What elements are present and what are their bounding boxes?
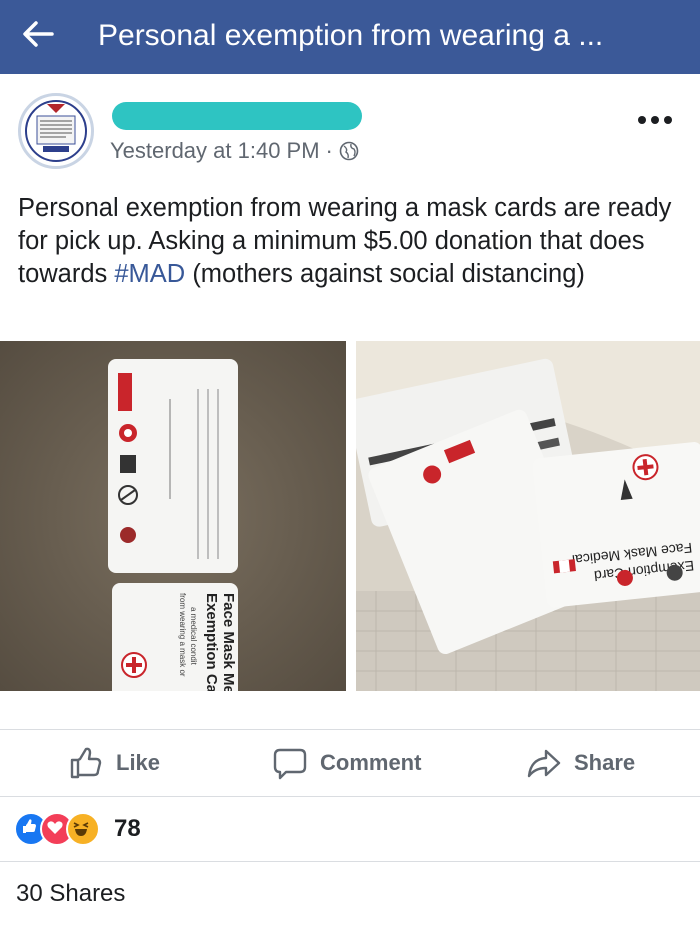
back-button[interactable] [18,14,58,54]
card-line: from wearing a mask or [178,593,187,677]
ellipsis-dot [651,116,659,124]
post-photo-1[interactable]: Face Mask Med Exemption Card a medical c… [0,341,346,691]
hashtag-link[interactable]: #MAD [114,260,185,288]
comment-label: Comment [320,750,422,775]
globe-icon [339,141,359,161]
post-photo-2[interactable]: Face Mask Medical Exemption Card [356,341,700,691]
haha-reaction-icon [66,812,100,846]
share-label: Share [574,750,636,775]
back-arrow-icon [23,21,54,47]
share-icon [527,749,561,778]
ellipsis-icon [638,116,646,124]
card-line: a medical condit [189,607,198,666]
like-button[interactable]: Like [68,745,160,781]
post-timestamp[interactable]: Yesterday at 1:40 PM [110,138,320,164]
divider [0,796,700,797]
card-subtitle: Exemption Card [203,593,220,691]
like-icon [70,747,102,779]
reactions-summary[interactable]: 78 [14,812,141,846]
meta-separator: · [325,138,333,163]
author-name-redacted[interactable] [112,102,362,130]
post-text-part: (mothers against social distancing) [185,260,585,288]
top-bar: Personal exemption from wearing a ... [0,0,700,74]
like-label: Like [116,750,161,775]
divider [0,729,700,730]
more-options-button[interactable] [638,116,672,124]
comment-icon [273,748,307,780]
comment-button[interactable]: Comment [272,745,421,781]
share-count[interactable]: 30 Shares [16,880,125,908]
page-title: Personal exemption from wearing a ... [98,19,604,52]
reaction-count: 78 [114,815,141,842]
divider [0,861,700,862]
card-title: Face Mask Med [220,593,237,691]
share-button[interactable]: Share [526,745,635,781]
avatar[interactable] [18,93,94,169]
post-text: Personal exemption from wearing a mask c… [18,192,683,291]
post-meta: Yesterday at 1:40 PM · [110,138,359,164]
ellipsis-dot [664,116,672,124]
